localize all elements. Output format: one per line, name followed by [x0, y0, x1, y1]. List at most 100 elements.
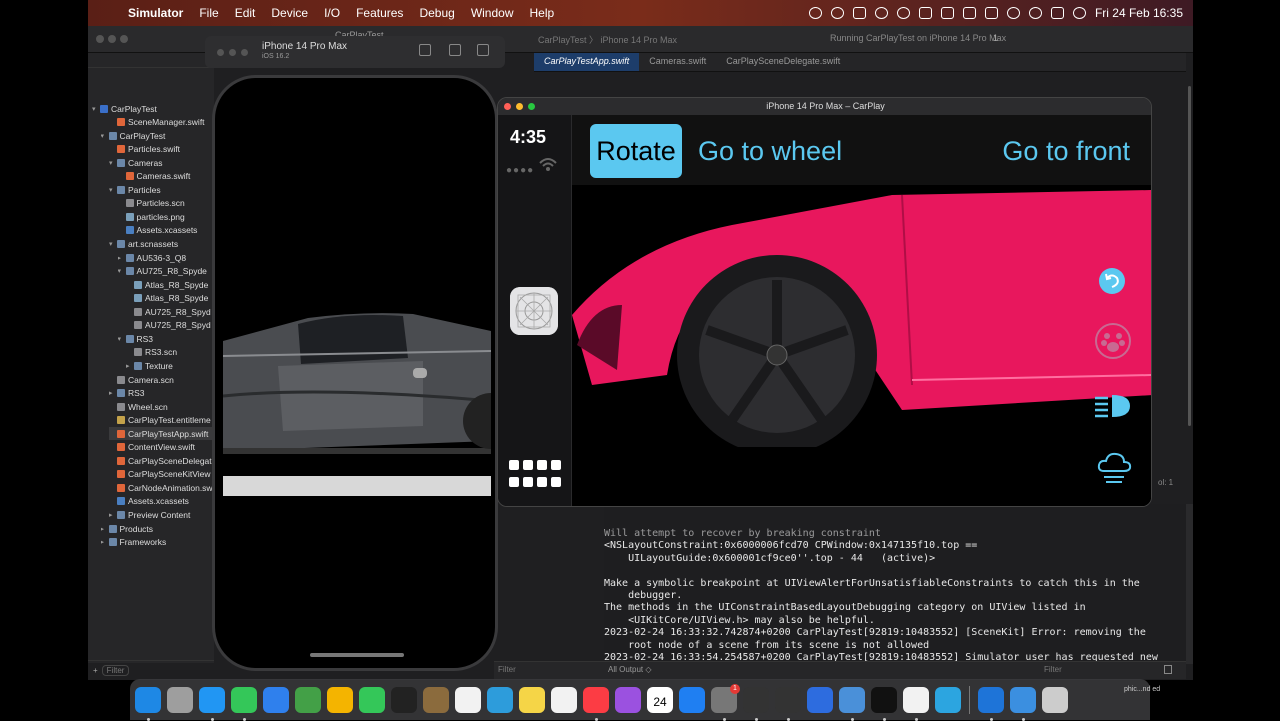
carplay-zoom-button[interactable] [528, 103, 535, 110]
home-indicator[interactable] [310, 653, 404, 657]
dock-terminal-icon[interactable] [871, 686, 897, 721]
disclosure-open-icon[interactable]: ▾ [118, 267, 126, 275]
disclosure-closed-icon[interactable]: ▸ [126, 362, 134, 370]
navigator-item[interactable]: SceneManager.swift [109, 116, 214, 129]
dock-finder-icon[interactable] [135, 686, 161, 721]
navigator-item[interactable]: ContentView.swift [109, 441, 214, 454]
navigator-filter-input[interactable]: Filter [101, 664, 130, 676]
dock-mail-icon[interactable] [263, 686, 289, 713]
issue-count-badge[interactable]: 1 [993, 33, 998, 43]
navigator-item[interactable]: Camera.scn [109, 373, 214, 386]
navigator-item[interactable]: ▾ art.scnassets [109, 238, 214, 251]
dock-blue-app-icon[interactable] [487, 686, 513, 713]
navigator-item[interactable]: CarNodeAnimation.sw [109, 481, 214, 494]
navigator-item[interactable]: Cameras.swift [118, 170, 215, 183]
zoom-window-button[interactable] [120, 35, 128, 43]
cloud-icon[interactable] [1096, 451, 1132, 485]
navigator-item[interactable]: CarPlayTestApp.swift [109, 427, 214, 441]
sim-close-button[interactable] [217, 49, 224, 56]
home-icon[interactable] [419, 44, 431, 56]
moon-icon[interactable] [896, 7, 910, 19]
menu-device[interactable]: Device [271, 6, 308, 20]
dock-notes-icon[interactable] [519, 686, 545, 713]
send-icon[interactable] [874, 7, 888, 19]
disclosure-open-icon[interactable]: ▾ [118, 335, 126, 343]
carplay-minimize-button[interactable] [516, 103, 523, 110]
dock-podcasts-icon[interactable] [615, 686, 641, 713]
screenshot-icon[interactable] [449, 44, 461, 56]
keyboard-a-icon[interactable] [962, 7, 976, 19]
navigator-item[interactable]: ▸ Preview Content [109, 509, 214, 522]
dock-wood-app-icon[interactable] [423, 686, 449, 713]
navigator-item[interactable]: CarPlayTest.entitleme [109, 414, 214, 427]
dashboard-grid-icon[interactable] [509, 460, 561, 490]
navigator-item[interactable]: ▾ Particles [109, 183, 214, 196]
dock-music-icon[interactable] [583, 686, 609, 721]
dock-system-settings-icon[interactable]: 1 [711, 683, 740, 721]
disclosure-open-icon[interactable]: ▾ [101, 132, 109, 140]
tab-carplayscenedelegate[interactable]: CarPlaySceneDelegate.swift [716, 53, 850, 71]
dock-calendar-icon[interactable]: 24 [647, 686, 673, 713]
output-selector[interactable]: All Output ◇ [608, 665, 652, 674]
paw-icon[interactable] [1095, 323, 1131, 359]
navigator-item[interactable]: Particles.swift [109, 143, 214, 156]
dock-safari-icon[interactable] [199, 686, 225, 721]
navigator-item[interactable]: Assets.xcassets [109, 495, 214, 508]
navigator-item[interactable]: ▾ Cameras [109, 156, 214, 169]
minimize-window-button[interactable] [108, 35, 116, 43]
dock-simulator-icon-icon[interactable] [1042, 686, 1068, 713]
dock-instruments-icon[interactable] [839, 686, 865, 721]
editor-scrollbar[interactable] [1186, 86, 1193, 436]
console-filter-input[interactable]: Filter [1044, 665, 1062, 674]
screens-icon[interactable] [852, 7, 866, 19]
dock-apple-tv-icon[interactable] [391, 686, 417, 713]
stage-icon[interactable] [940, 7, 954, 19]
go-to-wheel-button[interactable]: Go to wheel [698, 124, 842, 178]
dock-facetime-icon[interactable] [359, 686, 385, 713]
dock-unity-hub-icon[interactable] [775, 686, 801, 721]
menu-edit[interactable]: Edit [235, 6, 256, 20]
dock-reminders-icon[interactable] [455, 686, 481, 713]
menu-file[interactable]: File [199, 6, 218, 20]
navigator-item[interactable]: CarPlaySceneKitView [109, 468, 214, 481]
headlight-icon[interactable] [1094, 393, 1132, 419]
tab-cameras[interactable]: Cameras.swift [639, 53, 716, 71]
navigator-item[interactable]: Atlas_R8_Spyde [126, 292, 214, 305]
navigator-item[interactable]: AU725_R8_Spyd [126, 305, 214, 318]
navigator-item[interactable]: Wheel.scn [109, 400, 214, 413]
search-icon[interactable] [1028, 7, 1042, 19]
radiation-icon[interactable] [830, 7, 844, 19]
menu-window[interactable]: Window [471, 6, 514, 20]
navigator-item[interactable]: ▸ RS3 [109, 387, 214, 400]
rotate-device-icon[interactable] [477, 44, 489, 56]
disclosure-open-icon[interactable]: ▾ [109, 240, 117, 248]
debug-console[interactable]: Will attempt to recover by breaking cons… [604, 504, 1186, 675]
sim-zoom-button[interactable] [241, 49, 248, 56]
dock-freeform-icon[interactable] [551, 686, 577, 713]
dock-location-app-icon[interactable] [807, 686, 833, 713]
iphone-simulator-screen[interactable] [212, 75, 498, 671]
navigator-item[interactable]: CarPlaySceneDelegat [109, 454, 214, 467]
disclosure-open-icon[interactable]: ▾ [109, 159, 117, 167]
navigator-item[interactable]: ▸ Frameworks [101, 536, 215, 549]
dock-messages-icon[interactable] [231, 686, 257, 721]
car-render-red[interactable] [572, 185, 1152, 507]
dock-xcode-blue-icon[interactable] [1010, 686, 1036, 721]
close-window-button[interactable] [96, 35, 104, 43]
dock-xcode-icon[interactable] [978, 686, 1004, 721]
dock-slack-icon[interactable] [903, 686, 929, 721]
go-to-front-button[interactable]: Go to front [1002, 124, 1130, 178]
navigator-item[interactable]: ▾ CarPlayTest [92, 102, 214, 115]
menu-app-name[interactable]: Simulator [128, 6, 183, 20]
battery-icon[interactable] [984, 7, 998, 19]
trash-icon[interactable] [1164, 665, 1172, 674]
menu-clock[interactable]: Fri 24 Feb 16:35 [1095, 6, 1183, 20]
dock-app-store-icon[interactable] [679, 686, 705, 713]
window-stack-icon[interactable] [918, 7, 932, 19]
disclosure-open-icon[interactable]: ▾ [109, 186, 117, 194]
navigator-item[interactable]: ▸ Products [101, 522, 215, 535]
dock-unity-icon[interactable] [743, 686, 769, 721]
navigator-item[interactable]: particles.png [118, 210, 215, 223]
apple-menu-icon[interactable] [98, 6, 112, 20]
navigator-item[interactable]: Assets.xcassets [118, 224, 215, 237]
